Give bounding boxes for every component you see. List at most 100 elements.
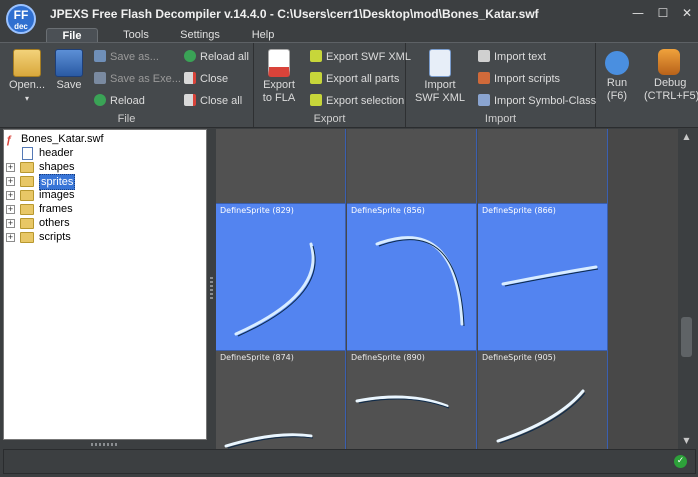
sprite-label: DefineSprite (874) bbox=[220, 353, 294, 362]
export-selection-icon bbox=[310, 94, 322, 106]
slash-effect-shape bbox=[375, 236, 464, 326]
sprite-cell[interactable] bbox=[347, 129, 477, 204]
folder-icon bbox=[20, 190, 34, 201]
resource-tree[interactable]: ƒ Bones_Katar.swf header + shapes + sprites +… bbox=[3, 129, 207, 440]
folder-icon bbox=[20, 204, 34, 215]
import-text-icon bbox=[478, 50, 490, 62]
sprite-cell[interactable] bbox=[216, 129, 346, 204]
import-symbol-class-button[interactable]: Import Symbol-Class bbox=[478, 93, 596, 109]
sprite-cell[interactable] bbox=[478, 129, 608, 204]
exe-icon bbox=[94, 72, 106, 84]
sprite-cell[interactable]: DefineSprite (866) bbox=[478, 204, 608, 351]
scroll-down-arrow-icon[interactable]: ▼ bbox=[681, 435, 692, 446]
sprite-preview bbox=[355, 395, 450, 409]
xml-import-icon bbox=[429, 49, 451, 77]
app-logo-icon[interactable]: FF dec bbox=[6, 4, 36, 34]
tree-item-3[interactable]: + images bbox=[6, 188, 204, 202]
sprite-preview bbox=[234, 242, 316, 337]
tree-item-1[interactable]: + shapes bbox=[6, 160, 204, 174]
minimize-button[interactable]: — bbox=[630, 6, 646, 20]
debug-button[interactable]: Debug (CTRL+F5) bbox=[644, 49, 698, 103]
sprite-label: DefineSprite (856) bbox=[351, 206, 425, 215]
save-button[interactable]: Save bbox=[52, 49, 86, 92]
save-as-button[interactable]: Save as... bbox=[94, 49, 159, 65]
scroll-thumb[interactable] bbox=[681, 317, 692, 357]
export-all-parts-button[interactable]: Export all parts bbox=[310, 71, 399, 87]
sprite-cell[interactable]: DefineSprite (874) bbox=[216, 351, 346, 449]
sprite-cell[interactable]: DefineSprite (905) bbox=[478, 351, 608, 449]
sprite-preview bbox=[501, 265, 599, 287]
tab-help[interactable]: Help bbox=[243, 28, 283, 42]
expand-icon[interactable]: + bbox=[6, 163, 15, 172]
close-all-icon bbox=[184, 94, 196, 106]
slash-effect-shape bbox=[501, 265, 598, 286]
tab-file[interactable]: File bbox=[46, 28, 98, 42]
save-as-exe-button[interactable]: Save as Exe... bbox=[94, 71, 181, 87]
tree-item-4[interactable]: + frames bbox=[6, 202, 204, 216]
sprite-label: DefineSprite (866) bbox=[482, 206, 556, 215]
tree-item-6[interactable]: + scripts bbox=[6, 230, 204, 244]
open-button[interactable]: Open... ▾ bbox=[6, 49, 48, 105]
sprite-preview bbox=[216, 129, 346, 204]
expand-icon[interactable]: + bbox=[6, 233, 15, 242]
reload-button[interactable]: Reload bbox=[94, 93, 145, 109]
fla-file-icon bbox=[268, 49, 290, 77]
tab-settings[interactable]: Settings bbox=[173, 28, 227, 42]
file-group-label: File bbox=[117, 113, 136, 125]
tree-item-0[interactable]: header bbox=[6, 146, 204, 160]
expand-icon[interactable]: + bbox=[6, 205, 15, 214]
tree-item-2[interactable]: + sprites bbox=[6, 174, 204, 190]
reload-all-icon bbox=[184, 50, 196, 62]
export-selection-button[interactable]: Export selection bbox=[310, 93, 404, 109]
slash-effect-shadow bbox=[378, 239, 465, 327]
reload-icon bbox=[94, 94, 106, 106]
import-scripts-button[interactable]: Import scripts bbox=[478, 71, 560, 87]
export-to-fla-button[interactable]: Export to FLA bbox=[258, 49, 300, 105]
import-text-button[interactable]: Import text bbox=[478, 49, 546, 65]
sprite-cell[interactable]: DefineSprite (856) bbox=[347, 204, 477, 351]
sprite-label: DefineSprite (890) bbox=[351, 353, 425, 362]
export-group: Export to FLA Export SWF XML Export all … bbox=[254, 43, 411, 127]
gallery-scrollbar[interactable]: ▲ ▼ bbox=[678, 129, 695, 449]
expand-icon[interactable]: + bbox=[6, 219, 15, 228]
folder-icon bbox=[20, 162, 34, 173]
sprite-cell[interactable]: DefineSprite (890) bbox=[347, 351, 477, 449]
reload-all-button[interactable]: Reload all bbox=[184, 49, 249, 65]
slash-effect-shadow bbox=[237, 245, 316, 337]
expand-icon[interactable]: + bbox=[6, 191, 15, 200]
floppy-disk-icon bbox=[55, 49, 83, 77]
folder-icon bbox=[20, 218, 34, 229]
folder-icon bbox=[20, 232, 34, 243]
close-all-button[interactable]: Close all bbox=[184, 93, 242, 109]
chevron-down-icon: ▾ bbox=[24, 94, 29, 103]
run-button[interactable]: Run (F6) bbox=[600, 49, 634, 103]
scroll-up-arrow-icon[interactable]: ▲ bbox=[681, 131, 692, 142]
import-group-label: Import bbox=[484, 113, 517, 125]
sprite-preview bbox=[478, 129, 608, 204]
tree-item-label: shapes bbox=[39, 161, 75, 173]
tree-item-label: images bbox=[39, 189, 75, 201]
sprite-label: DefineSprite (829) bbox=[220, 206, 294, 215]
import-group: Import SWF XML Import text Import script… bbox=[406, 43, 596, 127]
import-symbol-class-icon bbox=[478, 94, 490, 106]
horizontal-splitter[interactable] bbox=[3, 440, 207, 449]
save-as-icon bbox=[94, 50, 106, 62]
close-button[interactable]: Close bbox=[184, 71, 228, 87]
file-group: Open... ▾ Save Save as... Save as Exe...… bbox=[0, 43, 254, 127]
splitter-grip-icon bbox=[210, 277, 213, 301]
sprite-preview bbox=[375, 236, 465, 327]
import-swf-xml-button[interactable]: Import SWF XML bbox=[414, 49, 466, 105]
folder-icon bbox=[20, 176, 34, 187]
tab-tools[interactable]: Tools bbox=[115, 28, 157, 42]
vertical-splitter[interactable] bbox=[207, 129, 216, 440]
expand-icon[interactable]: + bbox=[6, 177, 15, 186]
close-window-button[interactable]: ✕ bbox=[679, 6, 695, 20]
sprite-preview bbox=[224, 433, 314, 449]
sprite-preview bbox=[496, 389, 586, 444]
tree-item-5[interactable]: + others bbox=[6, 216, 204, 230]
sprite-preview bbox=[413, 129, 414, 130]
export-swf-xml-button[interactable]: Export SWF XML bbox=[310, 49, 411, 65]
sprite-cell[interactable]: DefineSprite (829) bbox=[216, 204, 346, 351]
open-button-label: Open... bbox=[8, 79, 46, 91]
maximize-button[interactable]: ☐ bbox=[655, 6, 671, 20]
